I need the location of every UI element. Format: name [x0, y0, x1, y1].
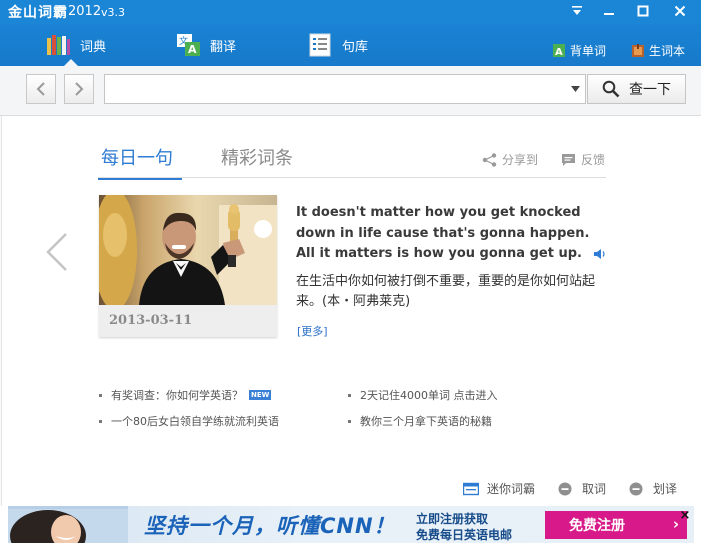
mini-dict-icon — [463, 482, 479, 495]
feedback-link[interactable]: 反馈 — [561, 151, 605, 168]
search-button[interactable]: 查一下 — [587, 74, 686, 104]
sentence-library-icon — [309, 33, 331, 57]
maximize-icon — [637, 5, 649, 17]
ad-line-1: 立即注册获取 — [416, 512, 489, 526]
bullet-icon — [348, 419, 351, 423]
share-link[interactable]: 分享到 — [482, 151, 538, 168]
chevron-right-icon — [75, 82, 84, 96]
daily-photo — [99, 195, 277, 305]
title-bar: 金山词霸 2012 v3.3 — [0, 0, 701, 24]
daily-date: 2013-03-11 — [109, 313, 193, 328]
forward-button[interactable] — [64, 74, 94, 104]
memorize-words-promo-text: 2天记住4000单词 点击进入 — [360, 389, 498, 402]
tab-dictionary[interactable]: 词典 — [46, 28, 107, 66]
memorize-words-promo-link[interactable]: 2天记住4000单词 点击进入 — [348, 387, 498, 403]
feedback-label: 反馈 — [581, 153, 606, 167]
memorize-words-label: 背单词 — [570, 44, 607, 58]
memorize-icon: A — [553, 44, 565, 57]
wordbook-link[interactable]: 生词本 — [632, 42, 685, 59]
search-icon — [602, 80, 620, 98]
bullet-icon — [99, 393, 102, 397]
books-icon — [47, 35, 70, 55]
caret-down-icon — [570, 86, 580, 92]
new-badge: NEW — [249, 390, 272, 400]
three-month-tips-link[interactable]: 教你三个月拿下英语的秘籍 — [348, 413, 492, 429]
three-month-tips-text: 教你三个月拿下英语的秘籍 — [360, 415, 492, 428]
app-logo: 金山词霸 — [8, 5, 68, 21]
mini-dictionary-label: 迷你词霸 — [487, 482, 536, 496]
select-translate-toggle[interactable]: 划译 — [629, 480, 677, 497]
tab-featured-entries[interactable]: 精彩词条 — [221, 144, 293, 170]
mini-dictionary-button[interactable]: 迷你词霸 — [463, 480, 535, 497]
wordbook-label: 生词本 — [649, 44, 686, 58]
back-button[interactable] — [26, 74, 56, 104]
svg-text:A: A — [555, 47, 563, 57]
tab-dictionary-label: 词典 — [80, 39, 107, 55]
tab-translate[interactable]: 文 A 翻译 — [176, 28, 236, 62]
capture-word-toggle[interactable]: 取词 — [558, 480, 606, 497]
speaker-icon[interactable] — [593, 248, 607, 260]
previous-sentence-arrow-icon[interactable] — [44, 232, 70, 272]
tab-translate-label: 翻译 — [210, 39, 237, 55]
main-toolbar: 词典 文 A 翻译 句库 A 背单词 生词本 — [0, 24, 701, 66]
celebrity-photo-illustration — [99, 195, 277, 305]
ad-register-button[interactable]: 免费注册 › — [545, 511, 687, 539]
daily-photo-card[interactable]: 2013-03-11 — [99, 195, 277, 337]
skin-menu-button[interactable] — [563, 0, 591, 22]
capture-word-label: 取词 — [582, 482, 607, 496]
search-bar: 查一下 — [0, 66, 701, 116]
search-history-dropdown[interactable] — [566, 75, 584, 103]
ad-line-2: 免费每日英语电邮 — [416, 528, 513, 542]
ad-close-button[interactable]: × — [678, 508, 692, 523]
self-study-story-text: 一个80后女白领自学练就流利英语 — [111, 415, 279, 428]
select-translate-icon — [629, 482, 643, 495]
minimize-icon — [604, 13, 614, 15]
feedback-icon — [562, 153, 575, 166]
search-button-label: 查一下 — [629, 82, 671, 98]
app-version-number: v3.3 — [101, 6, 126, 19]
tabs-divider — [98, 177, 606, 178]
daily-sentence-chinese: 在生活中你如何被打倒不重要，重要的是你如何站起来。(本・阿弗莱克) — [296, 274, 596, 309]
wordbook-icon — [632, 44, 644, 57]
share-icon — [482, 152, 497, 167]
ad-person-image — [8, 506, 128, 543]
daily-sentence-english: It doesn't matter how you get knocked do… — [296, 203, 612, 265]
ad-slogan: 坚持一个月，听懂CNN！ — [144, 514, 396, 538]
close-button[interactable] — [666, 0, 694, 22]
ad-banner[interactable]: 坚持一个月，听懂CNN！ 立即注册获取 免费每日英语电邮 免费注册 › — [8, 506, 694, 543]
chevron-down-icon — [572, 6, 582, 15]
ad-register-label: 免费注册 — [569, 518, 625, 534]
app-version-year: 2012 — [68, 4, 102, 19]
svg-text:A: A — [188, 43, 197, 56]
maximize-button[interactable] — [629, 0, 657, 22]
memorize-words-link[interactable]: A 背单词 — [553, 42, 606, 59]
survey-link-text: 有奖调查：你如何学英语？ — [111, 389, 243, 402]
capture-word-icon — [558, 482, 572, 495]
daily-sentence-english-text: It doesn't matter how you get knocked do… — [296, 205, 590, 261]
minimize-button[interactable] — [595, 0, 623, 22]
close-icon — [674, 5, 686, 17]
self-study-story-link[interactable]: 一个80后女白领自学练就流利英语 — [99, 413, 279, 429]
tab-sentence-library[interactable]: 句库 — [308, 28, 368, 62]
chevron-left-icon — [36, 82, 45, 96]
survey-link[interactable]: 有奖调查：你如何学英语？ NEW — [99, 387, 272, 403]
left-edge — [0, 116, 2, 506]
share-label: 分享到 — [502, 153, 539, 167]
bullet-icon — [348, 393, 351, 397]
bullet-icon — [99, 419, 102, 423]
select-translate-label: 划译 — [653, 482, 678, 496]
translate-icon: 文 A — [177, 34, 200, 56]
more-link[interactable]: [更多] — [297, 323, 328, 339]
tab-sentence-library-label: 句库 — [342, 39, 369, 55]
tab-daily-sentence[interactable]: 每日一句 — [98, 144, 182, 180]
search-input[interactable] — [104, 74, 586, 104]
app-window: 金山词霸 2012 v3.3 词典 文 A 翻译 句库 A 背单词 生词本 查一… — [0, 0, 701, 543]
